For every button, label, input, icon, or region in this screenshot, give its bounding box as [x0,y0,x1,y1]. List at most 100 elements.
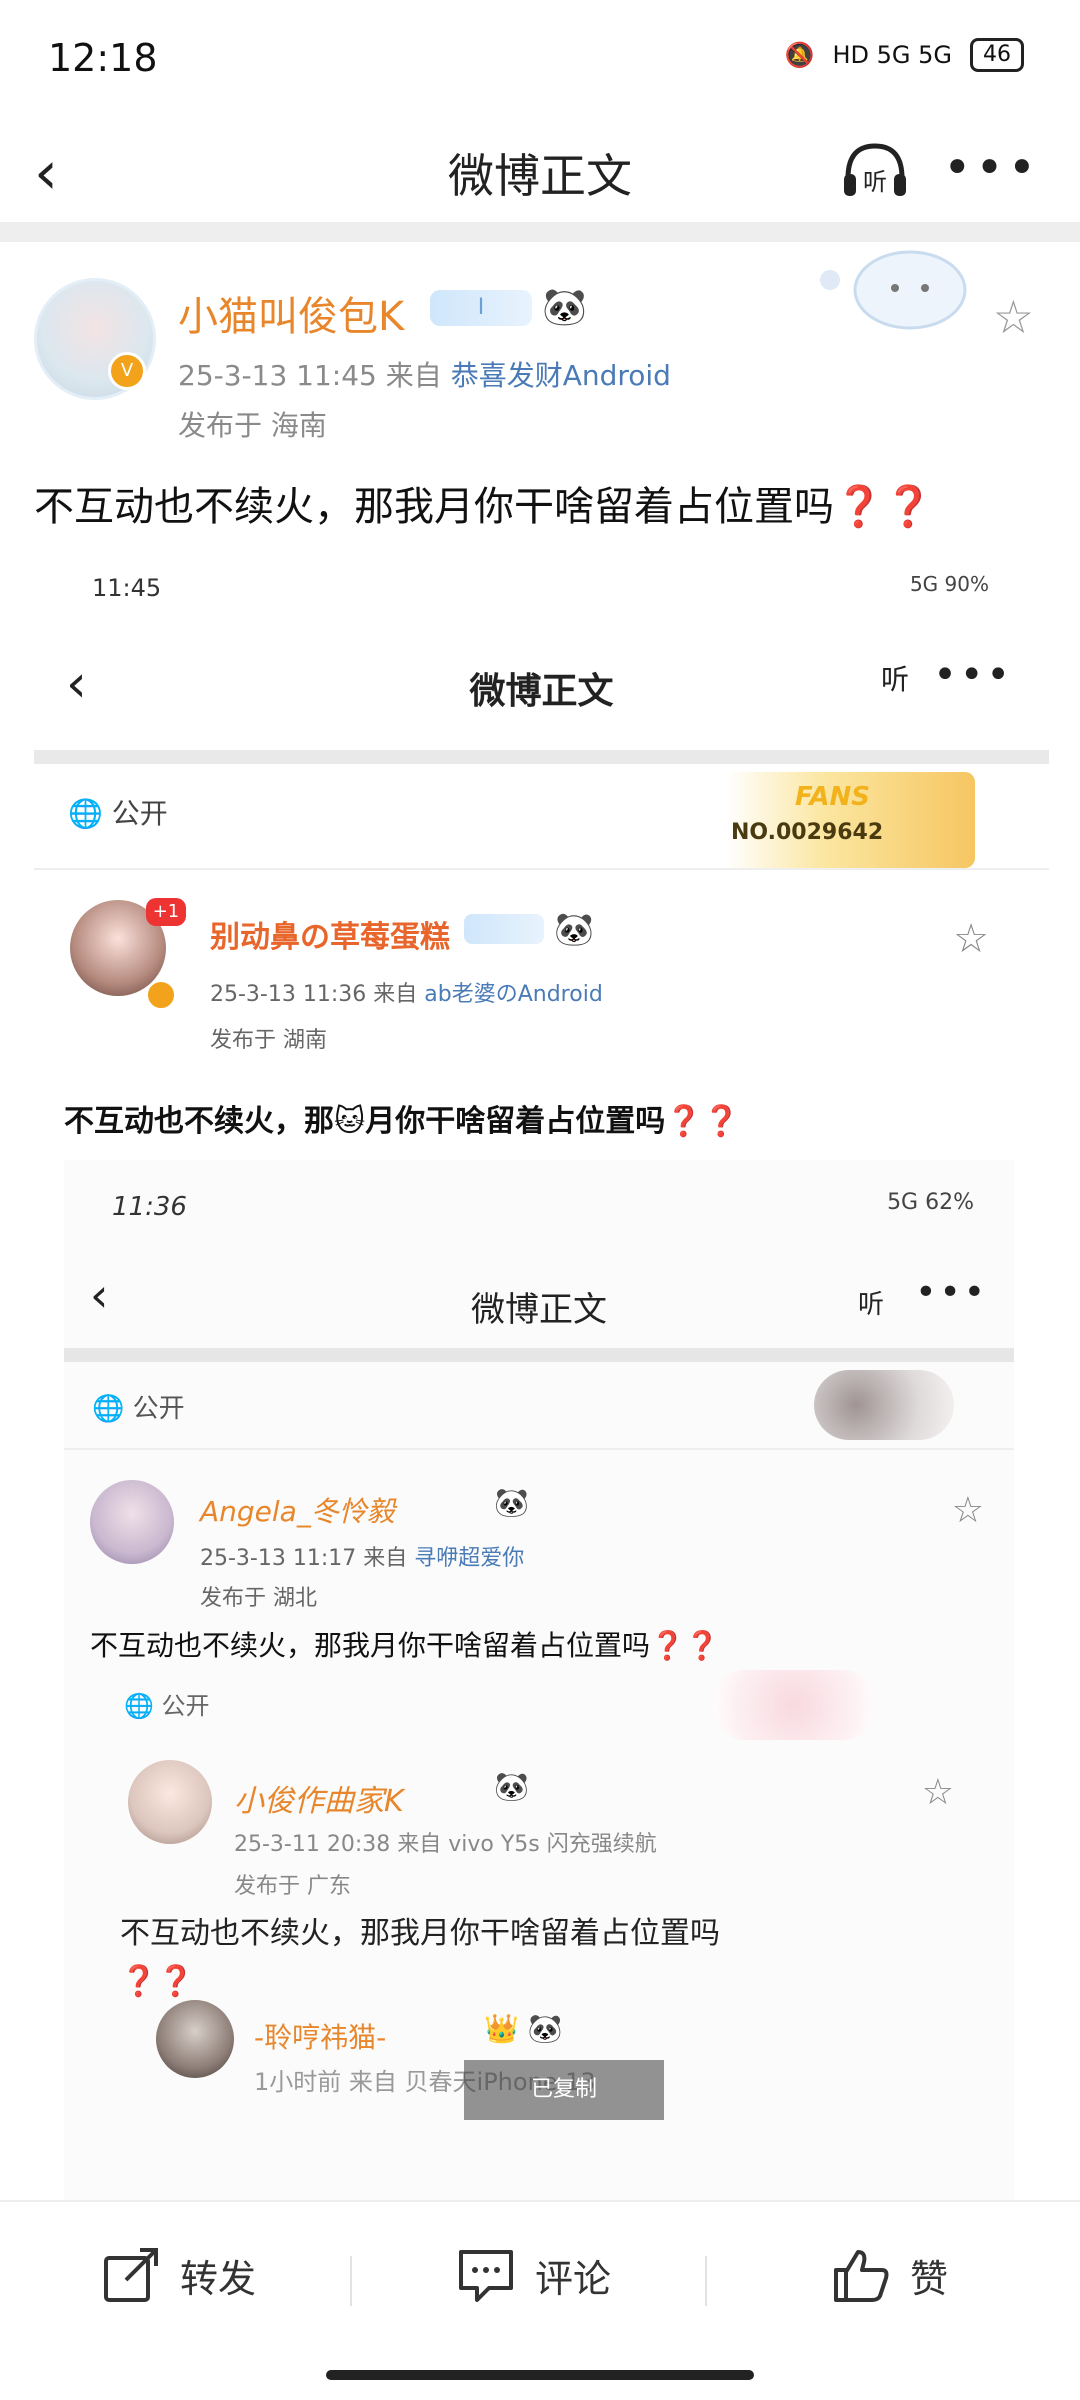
listen-label: 听 [863,168,887,196]
from-label: 来自 [385,359,442,392]
nested-username: Angela_冬怜毅 [200,1495,395,1528]
nested-panda-icon: 🐼 [494,1486,529,1519]
embedded-username: 别动鼻の草莓蛋糕 [210,920,450,955]
nested-source: 寻咿超爱你 [414,1546,525,1571]
post-username[interactable]: 小猫叫俊包K [178,284,404,342]
embedded-timestamp: 25-3-13 11:36 [210,982,367,1007]
embedded-divider [34,750,1049,764]
nested-meta: 25-3-13 11:17 来自 寻咿超爱你 [200,1540,524,1572]
reply-panda-icon: 🐼 [494,1770,529,1803]
embedded-source: ab老婆のAndroid [424,982,603,1007]
verified-badge-icon: V [108,352,146,390]
nested-from-label: 来自 [363,1546,408,1571]
fans-number: NO.0029642 [731,820,884,845]
embedded-nav: ‹ 微博正文 听 ••• [34,650,1049,730]
copied-toast: 已复制 [464,2060,664,2120]
embedded-line [34,868,1049,870]
nested-status-icons: 5G 62% [887,1190,974,1215]
reply-meta: 25-3-11 20:38 来自 vivo Y5s 闪充强续航 [234,1826,657,1858]
post-text-body: 不互动也不续火，那我月你干啥留着占位置吗 [34,484,834,530]
post-meta: 25-3-13 11:45 来自 恭喜发财Android [178,354,671,394]
nested-public-label: 🌐 公开 [92,1394,185,1424]
nested-time: 11:36 [112,1192,187,1222]
third-username: -聆哼祎猫- [254,2021,387,2054]
bunny-sticker-icon [814,1370,954,1440]
nested-public-label-2: 🌐 公开 [124,1692,210,1720]
bottom-toolbar: 转发 评论 赞 [0,2200,1080,2352]
nested-star-icon: ☆ [951,1490,984,1531]
question-mark-icons: ❓❓ [834,484,934,530]
third-badge-icons: 👑 🐼 [484,2012,563,2045]
nested-text-body: 不互动也不续火，那我月你干啥留着占位置吗 [90,1629,651,1662]
nested-timestamp: 25-3-13 11:17 [200,1546,357,1571]
status-icons: 🔕 HD 5G 5G 46 [785,38,1024,72]
reply-star-icon: ☆ [921,1772,954,1813]
post-text: 不互动也不续火，那我月你干啥留着占位置吗❓❓ [34,474,934,532]
fans-label: FANS [795,782,871,812]
divider [0,222,1080,242]
reply-timestamp: 25-3-11 20:38 [234,1832,391,1857]
nav-bar: ‹ 微博正文 听 ••• [0,120,1080,220]
decoration-sticker-icon [820,250,967,330]
embedded-verified-icon [146,980,176,1010]
embedded-level-badge [464,914,544,944]
third-avatar [156,2000,234,2078]
nested-listen-icon: 听 [857,1290,884,1320]
repost-button[interactable]: 转发 [100,2240,256,2310]
embedded-listen-icon: 听 [880,663,909,696]
embedded-text: 不互动也不续火，那🐱月你干啥留着占位置吗❓❓ [64,1096,740,1140]
embedded-time: 11:45 [92,574,162,602]
post-image[interactable]: 11:45 5G 90% ‹ 微博正文 听 ••• 🌐 公开 FANS NO.0… [34,540,1049,2210]
page-title: 微博正文 [448,149,632,203]
more-icon[interactable]: ••• [943,140,1040,196]
listen-headphone-icon[interactable]: 听 [840,138,910,202]
embedded-from-label: 来自 [373,982,418,1007]
cake-sticker-icon [714,1670,874,1740]
comment-icon [459,2250,513,2302]
embedded-location: 发布于 湖南 [210,1028,327,1053]
nested-more-icon: ••• [915,1272,988,1313]
embedded-question-marks: ❓❓ [665,1104,740,1139]
reply-avatar [128,1760,212,1844]
nested-line [64,1448,1014,1450]
embedded-panda-icon: 🐼 [554,910,594,948]
status-bar: 12:18 🔕 HD 5G 5G 46 [0,0,1080,120]
reply-location: 发布于 广东 [234,1874,351,1899]
post-timestamp: 25-3-13 11:45 [178,359,377,392]
home-indicator[interactable] [326,2370,754,2380]
nested-screenshot: 11:36 5G 62% ‹ 微博正文 听 ••• 🌐 公开 Angela_冬怜… [64,1160,1014,2210]
nested-public-text: 公开 [132,1394,185,1424]
nested-question-marks: ❓❓ [650,1629,720,1662]
reply-question-marks: ❓❓ [120,1964,195,1999]
reply-username: 小俊作曲家K [234,1784,404,1819]
thumbs-up-icon [834,2250,889,2302]
favorite-star-icon[interactable]: ☆ [993,290,1034,344]
panda-icon: 🐼 [542,287,587,328]
toolbar-divider [350,2256,352,2306]
repost-label: 转发 [180,2256,257,2301]
reply-text-body: 不互动也不续火，那我月你干啥留着占位置吗 [120,1916,720,1951]
status-time: 12:18 [48,36,158,80]
post-source[interactable]: 恭喜发财Android [451,359,671,392]
embedded-public-text: 公开 [111,797,168,830]
embedded-public-label: 🌐 公开 [68,797,168,830]
nested-divider [64,1348,1014,1362]
embedded-text-body: 不互动也不续火，那🐱月你干啥留着占位置吗 [64,1104,666,1139]
reply-source: 来自 vivo Y5s 闪充强续航 [397,1832,657,1857]
nested-text: 不互动也不续火，那我月你干啥留着占位置吗❓❓ [90,1624,720,1664]
embedded-meta: 25-3-13 11:36 来自 ab老婆のAndroid [210,976,603,1008]
embedded-status-icons: 5G 90% [909,572,989,596]
nested-public-text-2: 公开 [161,1692,210,1720]
network-indicator: HD 5G 5G [832,41,952,69]
share-icon [104,2248,158,2302]
toolbar-divider [705,2256,707,2306]
nested-location: 发布于 湖北 [200,1586,317,1611]
embedded-star-icon: ☆ [953,916,989,962]
embedded-plus-badge: +1 [146,898,186,926]
level-badge: I [430,290,532,326]
nested-avatar [90,1480,174,1564]
like-button[interactable]: 赞 [830,2240,948,2310]
comment-button[interactable]: 评论 [455,2240,611,2310]
reply-text: 不互动也不续火，那我月你干啥留着占位置吗 ❓❓ [120,1910,720,2006]
post-location: 发布于 海南 [178,409,327,442]
